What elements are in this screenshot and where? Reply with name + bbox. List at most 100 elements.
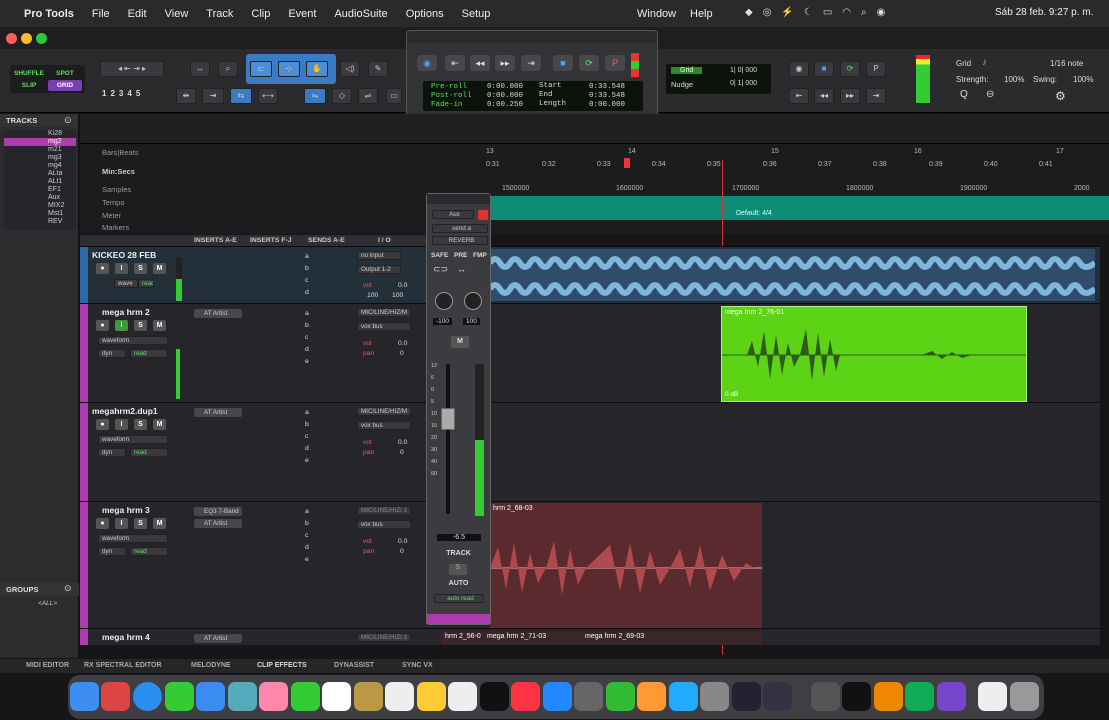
numbers-icon[interactable] (606, 682, 635, 711)
settings-icon[interactable] (700, 682, 729, 711)
mute-button[interactable]: M (153, 320, 166, 331)
nudge-left-icon[interactable]: ⇹ (176, 88, 196, 104)
bus-selector[interactable]: REVERB (432, 236, 488, 245)
insert-slot-a[interactable]: AT Artist (194, 309, 242, 318)
fast-forward-button[interactable]: ▸▸ (495, 55, 515, 71)
start-value[interactable]: 0:33.548 (589, 83, 625, 91)
menu-file[interactable]: File (83, 8, 119, 20)
menu-options[interactable]: Options (397, 8, 453, 20)
send-selector[interactable]: send a (432, 224, 488, 233)
pan-left-value[interactable]: -100 (433, 318, 453, 325)
track-name[interactable]: megahrm2.dup1 (92, 406, 158, 416)
freeform-icon[interactable] (448, 682, 477, 711)
return-to-zero-button[interactable]: ⇤ (445, 55, 465, 71)
preroll-value[interactable]: 0:00.000 (487, 83, 523, 91)
track-list-item[interactable]: MIX2 (4, 202, 76, 210)
audio-clip-green[interactable]: mega hrm 2_76-01 0 dB (721, 306, 1027, 402)
scrubber-tool-icon[interactable]: ◁) (340, 61, 360, 77)
close-window-button[interactable] (6, 33, 17, 44)
dyn-selector[interactable]: dyn (98, 349, 126, 358)
solo-button[interactable]: S (134, 518, 147, 529)
shuffle-mode-button[interactable]: SHUFFLE (12, 68, 46, 79)
insert-slot-a[interactable]: AT Artist (194, 408, 242, 417)
minimize-window-button[interactable] (21, 33, 32, 44)
tab-clip-effects[interactable]: CLIP EFFECTS (257, 662, 307, 669)
spot-mode-button[interactable]: SPOT (48, 68, 82, 79)
clip-name[interactable]: mega hrm 2_71-03 (487, 633, 546, 640)
menu-event[interactable]: Event (279, 8, 325, 20)
track-list-item[interactable]: mg3 (4, 154, 76, 162)
grid-mode-badge[interactable]: Grid (671, 67, 703, 74)
insert-slot-a[interactable]: EQ3 7-Band (194, 507, 242, 516)
aux-close-icon[interactable] (478, 210, 488, 220)
input-selector[interactable]: MIC/LINE/HIZ/M (357, 308, 411, 317)
send-slot-b[interactable]: b (305, 322, 309, 329)
pan-left-knob[interactable] (435, 292, 453, 310)
insert-slot-b[interactable]: AT Artist (194, 519, 242, 528)
link-timeline-icon[interactable]: ⇆ (230, 88, 252, 104)
safe-button[interactable]: SAFE (431, 252, 448, 259)
maps-icon[interactable] (228, 682, 257, 711)
tab-midi-editor[interactable]: MIDI EDITOR (26, 662, 69, 669)
automation-mode-selector[interactable]: read (130, 349, 168, 358)
pan-value[interactable]: 0 (400, 350, 404, 357)
back-mini-icon[interactable]: ◂◂ (814, 88, 834, 104)
zoom-preset-1[interactable]: 1 (102, 89, 106, 98)
automation-mode-selector[interactable]: read (130, 547, 168, 556)
dyn-selector[interactable]: dyn (98, 448, 126, 457)
forward-mini-icon[interactable]: ▸▸ (840, 88, 860, 104)
solo-button[interactable]: S (134, 320, 147, 331)
menu-setup[interactable]: Setup (453, 8, 500, 20)
quantize-settings-icon[interactable]: ⊖ (986, 89, 994, 100)
vol-value[interactable]: 0.0 (398, 439, 407, 446)
track-list-item[interactable]: Mst1 (4, 210, 76, 218)
track-list-item[interactable]: m21 (4, 146, 76, 154)
launchpad-icon[interactable] (101, 682, 130, 711)
stop-mini-icon[interactable]: ■ (814, 61, 834, 77)
notes-icon[interactable] (417, 682, 446, 711)
trim-tool-icon[interactable]: ⊏ (250, 61, 272, 77)
photos-icon[interactable] (259, 682, 288, 711)
send-slot-b[interactable]: b (305, 421, 309, 428)
end-mini-icon[interactable]: ⇥ (866, 88, 886, 104)
appstore-icon[interactable] (669, 682, 698, 711)
track-name[interactable]: mega hrm 2 (102, 307, 150, 317)
send-slot-c[interactable]: c (305, 532, 308, 539)
menu-view[interactable]: View (156, 8, 198, 20)
go-to-end-button[interactable]: ⇥ (521, 55, 541, 71)
grid-counter[interactable]: 1| 0| 000 (730, 67, 757, 74)
audio-clip-red[interactable]: hrm 2_68-03 (490, 503, 762, 628)
input-monitor-button[interactable]: I (115, 518, 128, 529)
nudge-counter[interactable]: 0| 1| 000 (730, 80, 757, 87)
zoomer-tool-icon[interactable]: ↔ (190, 61, 210, 77)
fadein-value[interactable]: 0:00.250 (487, 101, 523, 109)
vol-value[interactable]: 0.0 (398, 538, 407, 545)
loop-play-button[interactable]: ⟳ (579, 55, 599, 71)
track-list-item[interactable]: ALta (4, 170, 76, 178)
clip-gain[interactable]: 0 dB (725, 391, 738, 398)
magnify-tool-icon[interactable]: ⌕ (218, 61, 238, 77)
selector-tool-icon[interactable]: ⊹ (278, 61, 300, 77)
clip-name[interactable]: hrm 2_56-0 (445, 633, 481, 640)
output-selector[interactable]: vox bus (357, 520, 411, 529)
tracks-menu-icon[interactable]: ⊙ (64, 115, 72, 126)
audio-app-icon[interactable] (811, 682, 840, 711)
tab-to-transient-icon[interactable]: ⇥ (202, 88, 224, 104)
keynote-icon[interactable] (543, 682, 572, 711)
menu-window[interactable]: Window (628, 8, 685, 20)
link-track-icon[interactable]: ⇋ (304, 88, 326, 104)
record-arm-button[interactable]: ● (96, 320, 109, 331)
strength-value[interactable]: 100% (1004, 75, 1024, 84)
tool-extra-icon[interactable]: ▭ (386, 88, 402, 104)
send-slot-d[interactable]: d (305, 445, 309, 452)
capcut-icon[interactable] (842, 682, 871, 711)
zoom-preset-4[interactable]: 4 (127, 89, 131, 98)
calendar-icon[interactable] (322, 682, 351, 711)
track-view-selector[interactable]: waveform (98, 435, 168, 444)
punch-mini-icon[interactable]: P (866, 61, 886, 77)
tv-icon[interactable] (480, 682, 509, 711)
loop-record-icon[interactable]: ◉ (789, 61, 809, 77)
input-monitor-button[interactable]: I (115, 419, 128, 430)
insertion-follows-icon[interactable]: ◇ (332, 88, 352, 104)
tab-dynassist[interactable]: DYNASSIST (334, 662, 374, 669)
